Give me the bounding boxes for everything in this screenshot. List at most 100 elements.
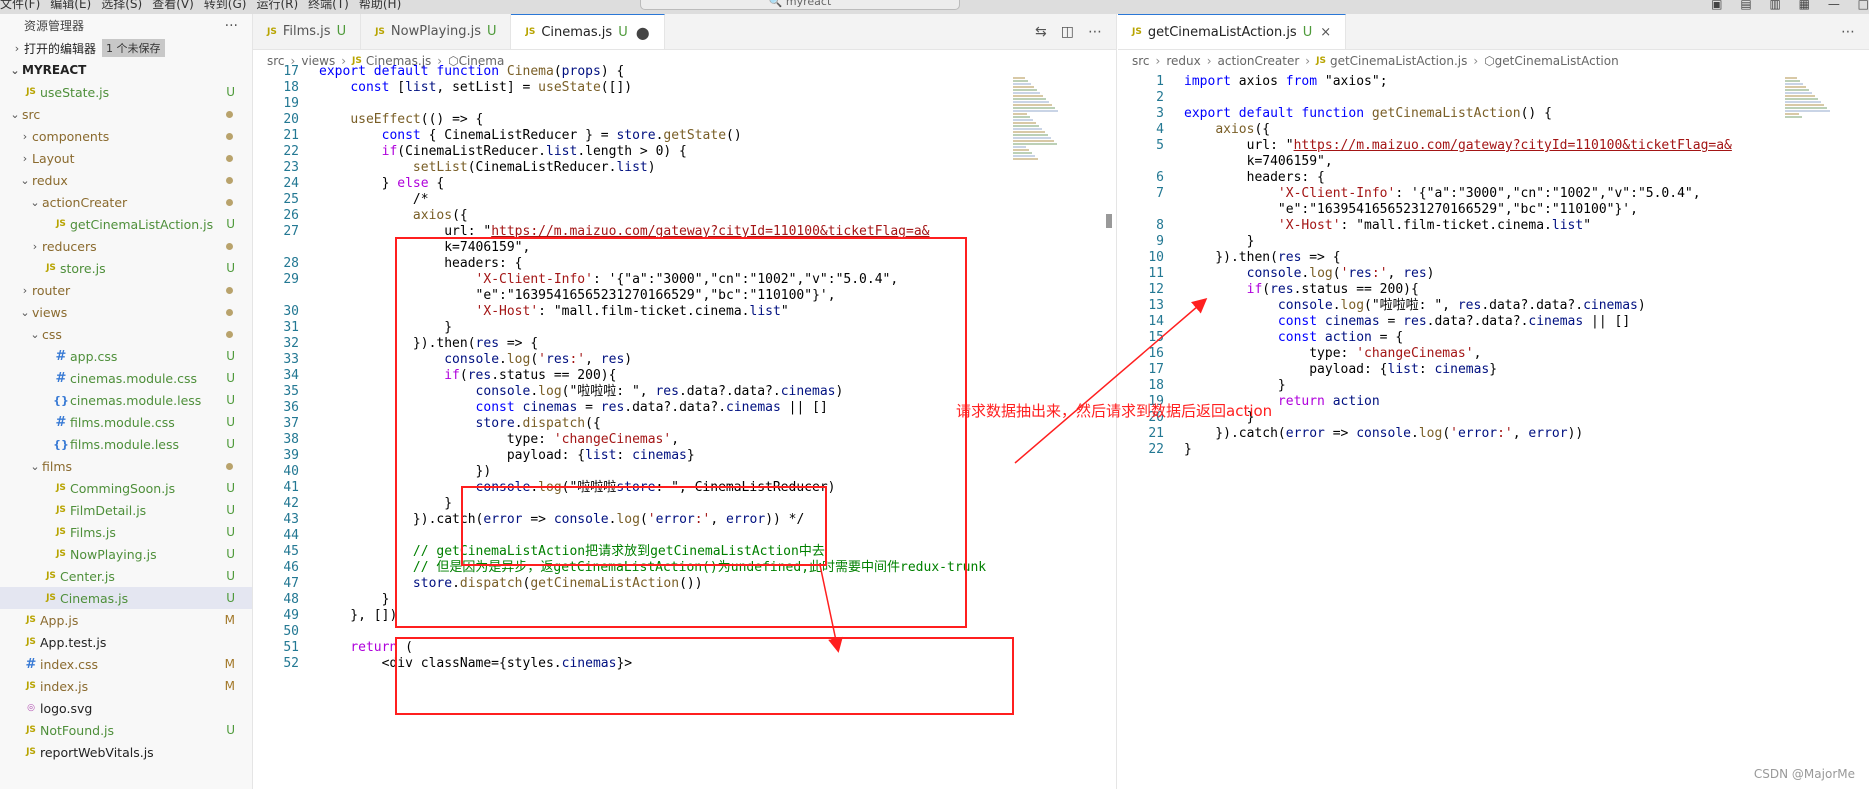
folder-item[interactable]: › Layout xyxy=(0,147,252,169)
minimap-line xyxy=(1785,80,1800,82)
breadcrumb-item[interactable]: actionCreater xyxy=(1218,54,1300,68)
file-item[interactable]: # cinemas.module.css U xyxy=(0,367,252,389)
code-text: const [list, setList] = useState([]) xyxy=(350,80,633,95)
code-line: 17 export default function Cinema(props) … xyxy=(253,64,1116,80)
file-item[interactable]: JS App.test.js xyxy=(0,631,252,653)
chevron-down-icon: ⌄ xyxy=(30,327,40,341)
breadcrumb-item[interactable]: getCinemaListAction xyxy=(1495,54,1619,68)
editor-tab[interactable]: JS getCinemaListAction.js U × xyxy=(1118,14,1347,49)
line-number: 34 xyxy=(283,368,299,383)
file-item[interactable]: JS Cinemas.js U xyxy=(0,587,252,609)
file-item[interactable]: JS CommingSoon.js U xyxy=(0,477,252,499)
menu-item[interactable]: 查看(V) xyxy=(152,0,194,11)
code-text: console.log('res:', res) xyxy=(1246,266,1435,281)
line-number: 27 xyxy=(283,224,299,239)
line-number: 43 xyxy=(283,512,299,527)
folder-item[interactable]: › reducers xyxy=(0,235,252,257)
minimap-line xyxy=(1785,95,1815,97)
file-item[interactable]: # app.css U xyxy=(0,345,252,367)
file-item[interactable]: JS Center.js U xyxy=(0,565,252,587)
code-line: 7 'X-Client-Info': '{"a":"3000","cn":"10… xyxy=(1118,186,1869,202)
git-status-badge: U xyxy=(226,437,235,451)
js-file-icon: JS xyxy=(56,483,66,493)
folder-item[interactable]: ⌄ src xyxy=(0,103,252,125)
git-status-badge: M xyxy=(224,679,235,693)
file-item[interactable]: # films.module.css U xyxy=(0,411,252,433)
file-item[interactable]: JS store.js U xyxy=(0,257,252,279)
tree-item-label: components xyxy=(32,128,110,144)
layout-icon[interactable]: ▣ xyxy=(1711,0,1722,11)
sidebar-icon[interactable]: ▥ xyxy=(1769,0,1780,11)
maximize-icon[interactable]: □ xyxy=(1858,0,1869,11)
file-item[interactable]: JS NowPlaying.js U xyxy=(0,543,252,565)
file-item[interactable]: {} films.module.less U xyxy=(0,433,252,455)
editor-more-icon[interactable]: ⋯ xyxy=(1841,24,1855,40)
js-file-icon: JS xyxy=(46,263,56,273)
panel-icon[interactable]: ▤ xyxy=(1740,0,1751,11)
compare-icon[interactable]: ⇆ xyxy=(1035,24,1047,40)
tree-item-label: films xyxy=(42,458,73,474)
file-item[interactable]: JS index.js M xyxy=(0,675,252,697)
editor-tab[interactable]: JS Films.js U xyxy=(253,14,362,49)
more-actions-icon[interactable]: ··· xyxy=(225,18,238,34)
line-number: 4 xyxy=(1156,122,1164,137)
file-item[interactable]: {} cinemas.module.less U xyxy=(0,389,252,411)
line-number: 11 xyxy=(1148,266,1164,281)
tree-item-label: NowPlaying.js xyxy=(70,546,157,562)
minimize-icon[interactable]: — xyxy=(1828,0,1840,11)
split-editor-icon[interactable]: ◫ xyxy=(1061,24,1074,40)
file-item[interactable]: JS reportWebVitals.js xyxy=(0,741,252,763)
minimap-line xyxy=(1785,98,1818,100)
editor-tab[interactable]: JS Cinemas.js U ● xyxy=(511,14,665,49)
css-file-icon: # xyxy=(55,348,67,364)
file-item[interactable]: JS NotFound.js U xyxy=(0,719,252,741)
folder-item[interactable]: ⌄ css xyxy=(0,323,252,345)
grid-icon[interactable]: ▦ xyxy=(1799,0,1810,11)
menu-item[interactable]: 编辑(E) xyxy=(50,0,91,11)
breadcrumb-item[interactable]: getCinemaListAction.js xyxy=(1330,54,1467,68)
file-item[interactable]: # index.css M xyxy=(0,653,252,675)
breadcrumb-item[interactable]: redux xyxy=(1166,54,1200,68)
file-item[interactable]: ◎ logo.svg xyxy=(0,697,252,719)
close-icon[interactable]: × xyxy=(1320,25,1331,40)
code-line: 11 console.log('res:', res) xyxy=(1118,266,1869,282)
js-file-icon: JS xyxy=(46,571,56,581)
file-item[interactable]: JS getCinemaListAction.js U xyxy=(0,213,252,235)
tree-item-label: src xyxy=(22,106,41,122)
js-file-icon: JS xyxy=(1316,56,1326,66)
project-section[interactable]: ⌄ MYREACT xyxy=(0,59,252,81)
file-item[interactable]: JS App.js M xyxy=(0,609,252,631)
minimap[interactable] xyxy=(1785,76,1833,136)
folder-item[interactable]: ⌄ films xyxy=(0,455,252,477)
line-number: 30 xyxy=(283,304,299,319)
editor-tab[interactable]: JS NowPlaying.js U xyxy=(361,14,512,49)
scrollbar-thumb[interactable] xyxy=(1106,214,1112,228)
file-item[interactable]: JS useState.js U xyxy=(0,81,252,103)
command-center-search[interactable]: 🔍 myreact xyxy=(640,0,960,10)
file-item[interactable]: JS Films.js U xyxy=(0,521,252,543)
folder-item[interactable]: › components xyxy=(0,125,252,147)
editor-more-icon[interactable]: ⋯ xyxy=(1088,24,1102,40)
menu-item[interactable]: 终端(T) xyxy=(308,0,349,11)
file-item[interactable]: JS FilmDetail.js U xyxy=(0,499,252,521)
tree-item-label: Cinemas.js xyxy=(60,590,129,606)
minimap-line xyxy=(1785,101,1821,103)
folder-item[interactable]: ⌄ views xyxy=(0,301,252,323)
folder-item[interactable]: › router xyxy=(0,279,252,301)
code-text: useEffect(() => { xyxy=(350,112,484,127)
minimap-line xyxy=(1013,143,1057,145)
menu-item[interactable]: 运行(R) xyxy=(256,0,298,11)
menu-item[interactable]: 转到(G) xyxy=(204,0,247,11)
unsaved-dot-icon[interactable]: ● xyxy=(636,23,650,42)
minimap[interactable] xyxy=(1013,76,1061,186)
folder-item[interactable]: ⌄ redux xyxy=(0,169,252,191)
breadcrumb-item[interactable]: src xyxy=(1132,54,1150,68)
minimap-line xyxy=(1785,110,1830,112)
unsaved-badge: 1 个未保存 xyxy=(102,39,165,57)
folder-item[interactable]: ⌄ actionCreater xyxy=(0,191,252,213)
menu-item[interactable]: 帮助(H) xyxy=(359,0,401,11)
open-editors-section[interactable]: › 打开的编辑器 1 个未保存 xyxy=(0,37,252,59)
chevron-down-icon: ⌄ xyxy=(20,173,30,187)
menu-item[interactable]: 文件(F) xyxy=(0,0,40,11)
menu-item[interactable]: 选择(S) xyxy=(101,0,142,11)
